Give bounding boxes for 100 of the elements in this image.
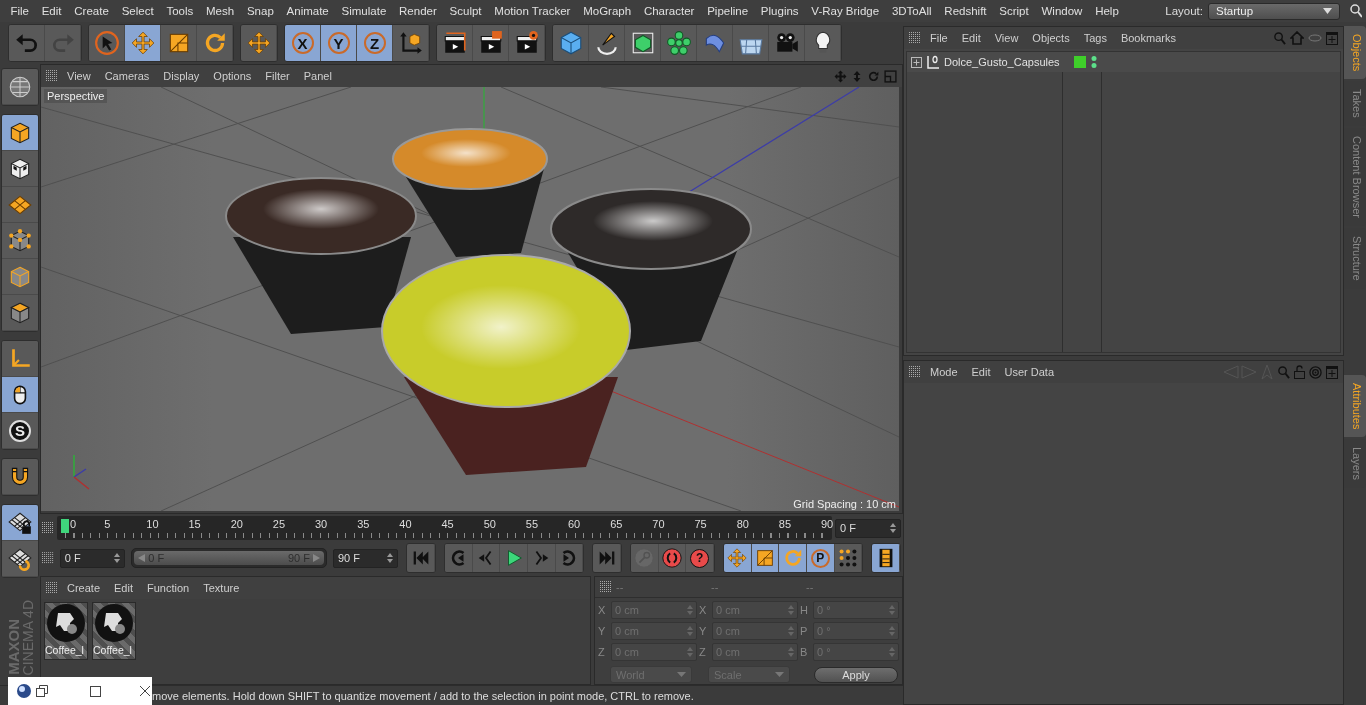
menu-item[interactable]: File	[925, 32, 953, 44]
menu-item[interactable]: V-Ray Bridge	[804, 5, 886, 17]
material-sphere-icon	[46, 603, 86, 643]
menu-item[interactable]: Window	[1035, 5, 1089, 17]
menu-item[interactable]: Display	[158, 70, 205, 82]
menu-item[interactable]: Objects	[1027, 32, 1075, 44]
menu-item[interactable]: Texture	[198, 582, 245, 594]
menu-item[interactable]: View	[62, 70, 96, 82]
tool-button[interactable]	[733, 25, 769, 61]
menu-item[interactable]: Edit	[109, 582, 138, 594]
frame-field[interactable]: 0 F	[59, 548, 126, 568]
tool-button[interactable]	[393, 25, 429, 61]
menu-item[interactable]: Select	[115, 5, 160, 17]
tool-button[interactable]	[2, 115, 38, 151]
expand-icon[interactable]	[911, 56, 922, 68]
apply-button[interactable]: Apply	[814, 666, 898, 683]
maximize-icon[interactable]	[90, 685, 101, 697]
tool-button[interactable]	[2, 295, 38, 331]
menu-item[interactable]: Pipeline	[700, 5, 755, 17]
grid-spacing-label: Grid Spacing : 10 cm	[793, 498, 896, 510]
menu-item[interactable]: Simulate	[335, 5, 393, 17]
material-swatch[interactable]: Coffee_l	[44, 602, 88, 660]
tool-button[interactable]	[437, 25, 473, 61]
menu-item[interactable]: Redshift	[937, 5, 993, 17]
menu-item[interactable]: Snap	[240, 5, 281, 17]
close-icon[interactable]	[139, 685, 151, 697]
menu-item[interactable]: Mode	[925, 366, 963, 378]
tool-button[interactable]	[2, 223, 38, 259]
tool-button[interactable]	[872, 544, 900, 572]
app-sphere-icon[interactable]	[16, 683, 32, 699]
menu-item[interactable]: Panel	[298, 70, 337, 82]
menu-item[interactable]: Filter	[260, 70, 295, 82]
menu-item[interactable]: Edit	[35, 5, 68, 17]
tool-button[interactable]	[2, 459, 38, 495]
tool-button[interactable]: ?	[686, 544, 714, 572]
tool-button[interactable]	[834, 544, 863, 572]
tool-button[interactable]	[805, 25, 841, 61]
cluster-icon	[665, 30, 692, 56]
layer-swatch-icon	[1074, 56, 1086, 68]
menu-item[interactable]: MoGraph	[576, 5, 638, 17]
tool-button[interactable]: P	[807, 544, 835, 572]
tool-button[interactable]	[589, 25, 625, 61]
tool-button[interactable]: S	[2, 413, 38, 449]
menu-item[interactable]: Mesh	[199, 5, 241, 17]
frame-field[interactable]: 0 F	[835, 518, 901, 538]
menu-item[interactable]: Create	[62, 582, 106, 594]
frame-label: 25	[272, 518, 286, 530]
tool-button[interactable]	[2, 377, 38, 413]
menu-item[interactable]: Edit	[956, 32, 986, 44]
menu-item[interactable]: Animate	[280, 5, 336, 17]
menu-item[interactable]: Cameras	[99, 70, 155, 82]
side-tab[interactable]: Objects	[1344, 26, 1366, 80]
menu-item[interactable]: Motion Tracker	[487, 5, 577, 17]
menu-item[interactable]: Options	[208, 70, 257, 82]
arrow-cursor-icon	[93, 30, 120, 56]
menu-item[interactable]: Script	[992, 5, 1036, 17]
menu-item[interactable]: Function	[142, 582, 195, 594]
axis-label: Z	[598, 646, 606, 658]
object-row[interactable]: Dolce_Gusto_Capsules	[907, 52, 1340, 72]
menu-item[interactable]: File	[4, 5, 36, 17]
dot-grid-icon	[837, 547, 859, 569]
tool-button[interactable]: Y	[321, 25, 357, 61]
spinner-icon	[114, 553, 121, 563]
material-swatch[interactable]: Coffee_l	[92, 602, 136, 660]
menu-item[interactable]: Render	[392, 5, 444, 17]
tool-button[interactable]	[509, 25, 545, 61]
menu-item[interactable]: Tags	[1078, 32, 1112, 44]
tool-button[interactable]: X	[285, 25, 321, 61]
search-icon[interactable]	[1350, 4, 1362, 18]
menu-item[interactable]: User Data	[999, 366, 1060, 378]
spinner-icon	[687, 647, 693, 657]
tool-button[interactable]	[2, 541, 38, 577]
menu-item[interactable]: Character	[637, 5, 701, 17]
move-arrows-icon	[129, 30, 156, 56]
menu-item[interactable]: 3DToAll	[885, 5, 938, 17]
layout-dropdown[interactable]: Startup	[1208, 2, 1340, 20]
side-tab[interactable]: Attributes	[1344, 374, 1366, 438]
restore-icon[interactable]	[36, 685, 48, 697]
tool-button[interactable]	[2, 151, 38, 187]
visibility-dots-icon[interactable]	[1091, 55, 1097, 69]
spinner-icon	[890, 523, 896, 533]
material-name: Coffee_l	[45, 644, 85, 656]
menu-item[interactable]: Tools	[160, 5, 200, 17]
column-header: --	[806, 581, 815, 593]
timeline-ruler[interactable]: 0 5 10 15 20 25 30 35 40 45 50 55 60 65 70 75 80 85 90	[57, 516, 832, 540]
menu-item[interactable]: View	[989, 32, 1024, 44]
menu-item[interactable]: Help	[1088, 5, 1126, 17]
frame-field[interactable]: 90 F	[332, 548, 399, 568]
menu-item[interactable]: Edit	[966, 366, 996, 378]
menu-item[interactable]: Create	[67, 5, 116, 17]
tool-button[interactable]	[2, 505, 38, 541]
tool-button[interactable]	[473, 25, 509, 61]
frame-label: 0	[70, 518, 77, 530]
frame-label: 60	[568, 518, 581, 530]
menu-item[interactable]: Plugins	[754, 5, 805, 17]
menu-item[interactable]: Bookmarks	[1115, 32, 1181, 44]
axis-label: P	[800, 625, 809, 637]
menu-item[interactable]: Sculpt	[443, 5, 488, 17]
tool-button[interactable]: Z	[357, 25, 393, 61]
move-arrows-icon	[726, 547, 749, 569]
